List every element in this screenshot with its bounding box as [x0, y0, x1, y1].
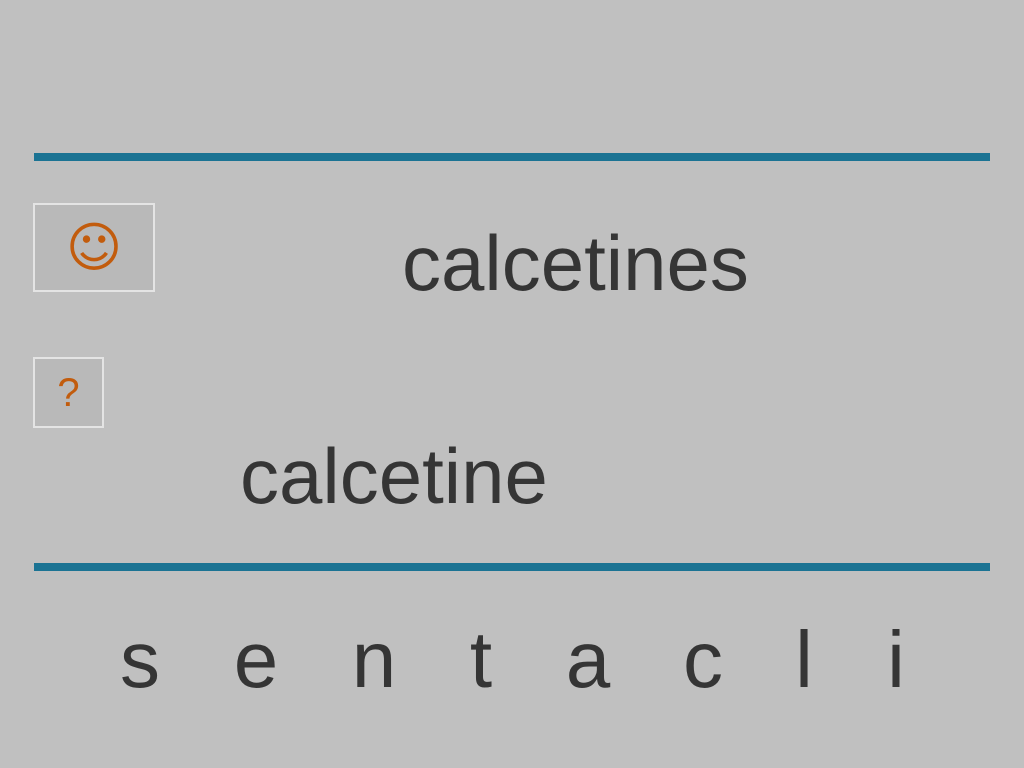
- letter-tile[interactable]: i: [866, 620, 926, 700]
- smiley-button[interactable]: ☺: [33, 203, 155, 292]
- letter-tile[interactable]: l: [774, 620, 834, 700]
- bottom-divider: [34, 563, 990, 571]
- letter-tile[interactable]: n: [344, 620, 404, 700]
- letter-tile[interactable]: s: [110, 620, 170, 700]
- game-board: ☺ ? calcetines calcetine s e n t a c l i: [0, 0, 1024, 768]
- letter-tile[interactable]: e: [226, 620, 286, 700]
- question-mark-icon: ?: [57, 370, 80, 415]
- letter-tile[interactable]: t: [451, 620, 511, 700]
- letter-tile[interactable]: c: [673, 620, 733, 700]
- target-word: calcetines: [402, 219, 749, 307]
- top-divider: [34, 153, 990, 161]
- letter-tiles: s e n t a c l i: [0, 620, 1024, 710]
- hint-button[interactable]: ?: [33, 357, 104, 428]
- smiley-icon: ☺: [65, 215, 123, 279]
- letter-tile[interactable]: a: [558, 620, 618, 700]
- answer-word: calcetine: [240, 432, 548, 520]
